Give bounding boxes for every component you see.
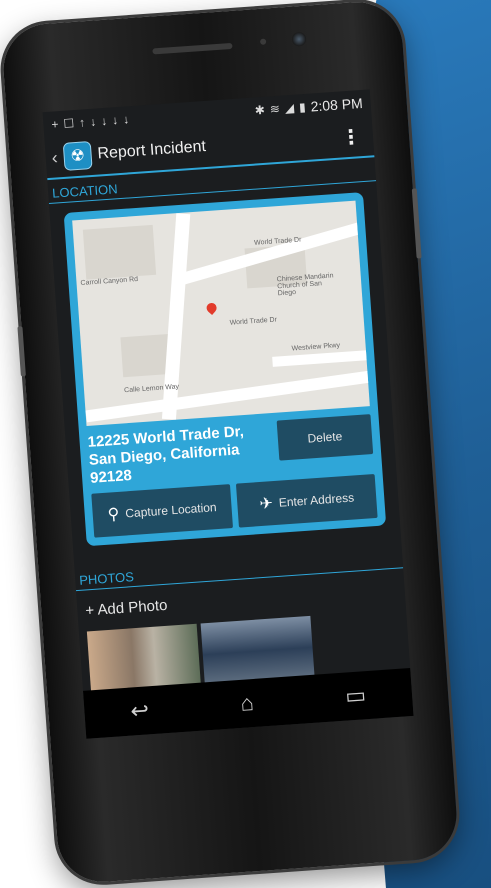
download-icon: ↓	[111, 113, 119, 128]
signal-icon: ◢	[284, 100, 295, 116]
upload-icon: ↑	[78, 115, 86, 130]
recent-apps-icon[interactable]: ▭	[344, 682, 367, 709]
phone-screen: + ☐ ↑ ↓ ↓ ↓ ↓ ✱ ≋ ◢ ▮ 2:08 PM ‹ ☢ Report…	[42, 89, 414, 739]
map-block	[82, 224, 157, 280]
battery-icon: ▮	[298, 99, 307, 115]
pushpin-icon: ✈	[258, 495, 274, 514]
map-label: World Trade Dr	[229, 316, 278, 327]
location-card: World Trade Dr Chinese Mandarin Church o…	[63, 192, 387, 547]
delete-label: Delete	[307, 429, 343, 446]
app-logo-icon[interactable]: ☢	[62, 140, 93, 171]
download-icon: ↓	[100, 113, 108, 129]
notification-icon: ☐	[62, 116, 75, 131]
enter-address-button[interactable]: ✈ Enter Address	[235, 473, 378, 528]
page-title: Report Incident	[96, 137, 207, 163]
back-chevron-icon[interactable]: ‹	[51, 147, 58, 168]
home-icon[interactable]: ⌂	[240, 690, 255, 717]
capture-location-button[interactable]: ⚲ Capture Location	[91, 484, 234, 538]
capture-location-label: Capture Location	[124, 500, 218, 521]
phone-sensor	[259, 38, 267, 45]
location-pin-icon: ⚲	[107, 505, 121, 524]
delete-button[interactable]: Delete	[276, 414, 374, 461]
address-text: 12225 World Trade Dr, San Diego, Califor…	[87, 423, 245, 487]
map-pin-icon	[204, 300, 219, 316]
download-icon: ↓	[89, 114, 97, 129]
volume-button[interactable]	[17, 326, 26, 377]
map-road	[272, 349, 370, 367]
map-view[interactable]: World Trade Dr Chinese Mandarin Church o…	[72, 200, 370, 426]
map-label: Chinese Mandarin Church of San Diego	[276, 272, 334, 298]
map-label: Westview Pkwy	[291, 342, 341, 353]
wifi-icon: ≋	[269, 101, 281, 117]
phone-device: + ☐ ↑ ↓ ↓ ↓ ↓ ✱ ≋ ◢ ▮ 2:08 PM ‹ ☢ Report…	[0, 0, 460, 885]
notification-icon: +	[50, 117, 59, 132]
clock: 2:08 PM	[310, 94, 364, 115]
enter-address-label: Enter Address	[278, 490, 355, 510]
back-icon[interactable]: ↩	[130, 697, 150, 724]
bluetooth-icon: ✱	[254, 102, 266, 118]
overflow-menu-icon[interactable]: ⋮	[334, 123, 368, 150]
download-icon: ↓	[122, 112, 130, 127]
front-camera	[291, 31, 307, 47]
phone-speaker	[152, 42, 233, 55]
